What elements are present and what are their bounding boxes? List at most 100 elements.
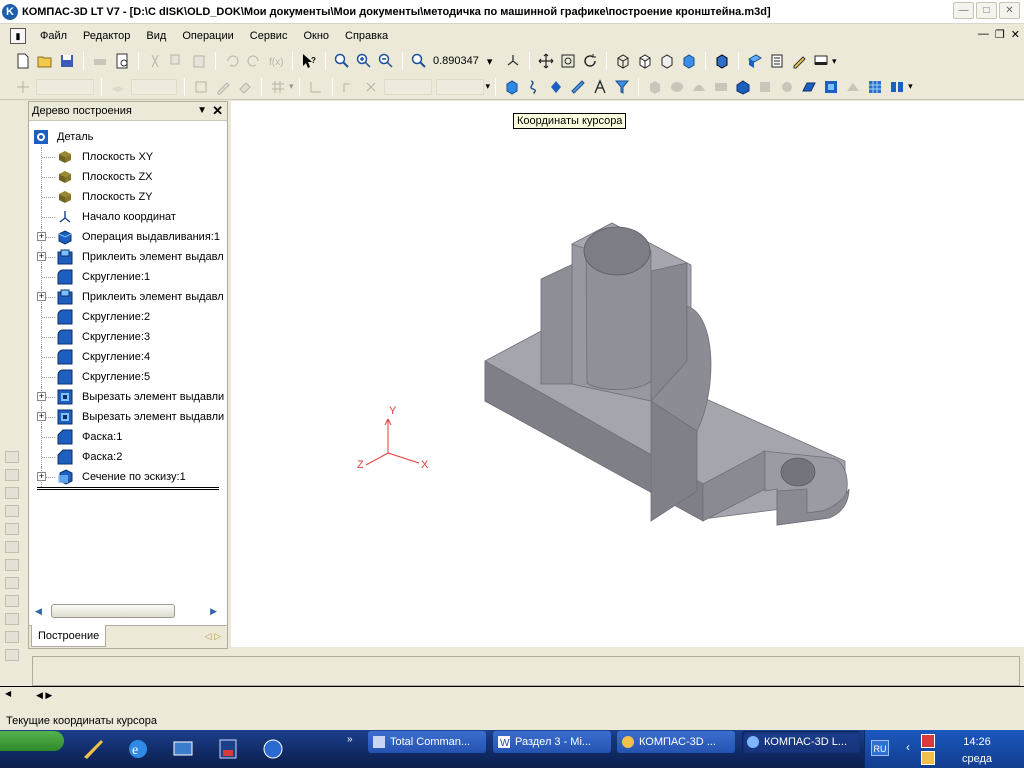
op-shell-icon[interactable]	[821, 77, 841, 97]
tree-node[interactable]: + Приклеить элемент выдавл	[29, 247, 227, 267]
spline-icon[interactable]	[524, 77, 544, 97]
tab-nav-arrows-icon[interactable]: ◁ ▷	[205, 631, 221, 642]
tree-node[interactable]: Плоскость XY	[29, 147, 227, 167]
compact-tool-4[interactable]	[5, 505, 19, 517]
tray-expand-icon[interactable]: ‹	[906, 740, 910, 754]
pin-icon[interactable]: ▼	[197, 105, 207, 116]
measure-icon[interactable]	[568, 77, 588, 97]
ortho-icon[interactable]	[339, 77, 359, 97]
zoom-all-icon[interactable]	[558, 51, 578, 71]
hidden-lines-icon[interactable]	[635, 51, 655, 71]
doc-close-button[interactable]: ✕	[1011, 28, 1020, 41]
new-document-button[interactable]	[13, 51, 33, 71]
thin-hidden-icon[interactable]	[657, 51, 677, 71]
op-rotate-icon[interactable]	[667, 77, 687, 97]
start-button[interactable]	[0, 731, 64, 751]
chevron-down-icon[interactable]: ▾	[486, 81, 491, 92]
model-3d-view[interactable]: Y X Z	[231, 101, 1024, 647]
clock[interactable]: 14:26 среда	[952, 734, 1002, 768]
snap-icon[interactable]	[191, 77, 211, 97]
undo-icon[interactable]	[222, 51, 242, 71]
scroll-left-arrow-icon[interactable]: ◀	[35, 606, 42, 617]
desktop-icon[interactable]	[168, 734, 198, 764]
layers-icon[interactable]	[108, 77, 128, 97]
zoom-in-icon[interactable]	[354, 51, 374, 71]
sketch-icon[interactable]	[502, 77, 522, 97]
rotate-icon[interactable]	[580, 51, 600, 71]
op-boss-icon[interactable]	[733, 77, 753, 97]
coords-icon[interactable]	[361, 77, 381, 97]
tree-node[interactable]: Скругление:4	[29, 347, 227, 367]
tree-node[interactable]: + Операция выдавливания:1	[29, 227, 227, 247]
save-button[interactable]	[57, 51, 77, 71]
network-icon[interactable]	[258, 734, 288, 764]
chevron-down-icon[interactable]: ▾	[908, 81, 913, 92]
redo-icon[interactable]	[244, 51, 264, 71]
compact-tool-10[interactable]	[5, 613, 19, 625]
compact-tool-11[interactable]	[5, 631, 19, 643]
grid-icon[interactable]	[268, 77, 288, 97]
expand-icon[interactable]: +	[37, 472, 46, 481]
op-array-icon[interactable]	[865, 77, 885, 97]
tree-node[interactable]: Фаска:1	[29, 427, 227, 447]
document-icon[interactable]: ▮	[10, 28, 26, 44]
compact-tool-7[interactable]	[5, 559, 19, 571]
panel-nav-arrows-icon[interactable]: ◀ ▶	[36, 690, 52, 701]
display-settings-icon[interactable]	[811, 51, 831, 71]
model-viewport[interactable]: Координаты курсора Y X Z	[231, 101, 1024, 647]
tree-node[interactable]: Скругление:1	[29, 267, 227, 287]
tray-app-icon[interactable]	[921, 751, 935, 765]
shaded-edges-icon[interactable]	[712, 51, 732, 71]
tree-node[interactable]: + Сечение по эскизу:1	[29, 467, 227, 487]
antivirus-tray-icon[interactable]	[921, 734, 935, 748]
compact-tool-6[interactable]	[5, 541, 19, 553]
expand-icon[interactable]: +	[37, 412, 46, 421]
tree-node[interactable]: Начало координат	[29, 207, 227, 227]
open-button[interactable]	[35, 51, 55, 71]
chevron-right-icon[interactable]: »	[347, 734, 353, 745]
chevron-down-icon[interactable]: ▾	[289, 81, 294, 92]
mass-icon[interactable]	[590, 77, 610, 97]
taskbar-button-kompas-1[interactable]: КОМПАС-3D ...	[617, 731, 735, 753]
state-dropdown-1[interactable]	[36, 78, 94, 95]
state-dropdown-2[interactable]	[131, 78, 177, 95]
tree-node[interactable]: Фаска:2	[29, 447, 227, 467]
tab-construction[interactable]: Построение	[31, 625, 107, 647]
expand-icon[interactable]: +	[37, 232, 46, 241]
zoom-scale-icon[interactable]	[409, 51, 429, 71]
coord-y-field[interactable]	[435, 78, 484, 95]
menu-file[interactable]: Файл	[32, 30, 75, 42]
zoom-scale-field[interactable]: 0.890347 ▾	[430, 52, 502, 70]
tree-node[interactable]: + Приклеить элемент выдавл	[29, 287, 227, 307]
eraser-icon[interactable]	[235, 77, 255, 97]
op-rib-icon[interactable]	[843, 77, 863, 97]
compact-tool-2[interactable]	[5, 469, 19, 481]
pencil-icon[interactable]	[213, 77, 233, 97]
chevron-down-icon[interactable]: ▾	[832, 56, 837, 67]
doc-minimize-button[interactable]: —	[978, 28, 989, 41]
copy-icon[interactable]	[167, 51, 187, 71]
expand-icon[interactable]: +	[37, 252, 46, 261]
tree-node[interactable]: Скругление:5	[29, 367, 227, 387]
pen-icon[interactable]	[789, 51, 809, 71]
taskbar-button-word[interactable]: W Раздел 3 - Mi...	[493, 731, 611, 753]
menu-view[interactable]: Вид	[138, 30, 174, 42]
kompas-app-icon[interactable]: K	[2, 3, 18, 20]
minimize-button[interactable]: —	[953, 2, 974, 19]
op-kinematic-icon[interactable]	[689, 77, 709, 97]
doc-restore-button[interactable]: ❐	[995, 28, 1005, 41]
op-extrude-icon[interactable]	[645, 77, 665, 97]
scroll-right-arrow-icon[interactable]: ▶	[210, 606, 217, 617]
point-icon[interactable]	[546, 77, 566, 97]
total-commander-quicklaunch-icon[interactable]	[78, 734, 108, 764]
tree-node[interactable]: Плоскость ZX	[29, 167, 227, 187]
menu-window[interactable]: Окно	[295, 30, 337, 42]
preview-button[interactable]	[112, 51, 132, 71]
taskbar-button-kompas-2[interactable]: КОМПАС-3D L...	[742, 731, 860, 753]
library-icon[interactable]	[767, 51, 787, 71]
taskbar-button-total-commander[interactable]: Total Comman...	[368, 731, 486, 753]
orientation-icon[interactable]	[503, 51, 523, 71]
tree-horizontal-scrollbar[interactable]: ◀ ▶	[33, 604, 223, 618]
tree-node[interactable]: Деталь	[29, 127, 227, 147]
cut-icon[interactable]	[145, 51, 165, 71]
